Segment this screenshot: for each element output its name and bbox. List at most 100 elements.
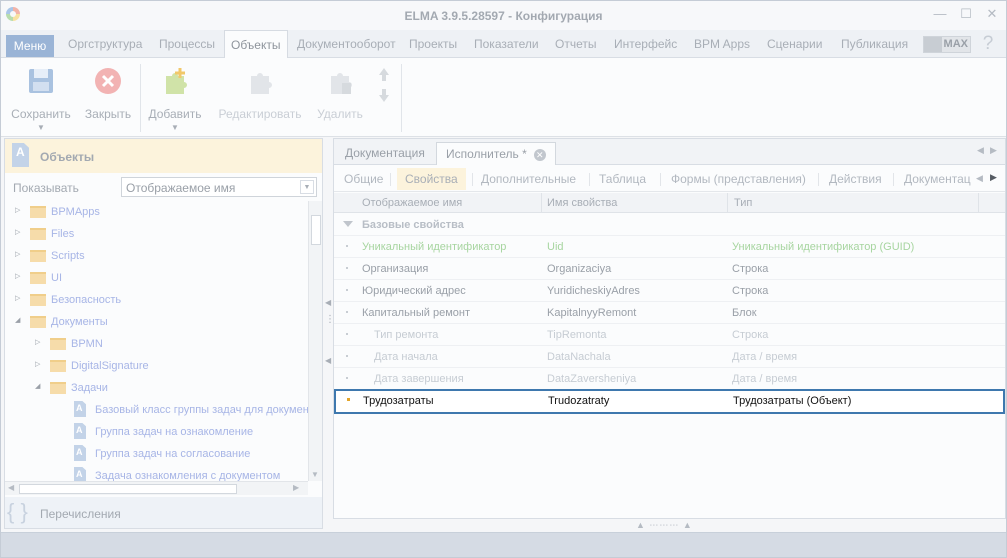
app-window: ELMA 3.9.5.28597 - Конфигурация — ☐ ✕ Ме… <box>0 0 1007 558</box>
menu-interface[interactable]: Интерфейс <box>614 37 677 51</box>
tab-table[interactable]: Таблица <box>599 172 646 186</box>
close-button[interactable]: Закрыть <box>81 66 135 121</box>
object-icon: A <box>74 423 86 439</box>
show-mode-select[interactable]: Отображаемое имя ▼ <box>121 177 317 197</box>
table-row[interactable]: Юридический адрес YuridicheskiyAdres Стр… <box>334 280 1005 302</box>
ribbon-separator <box>140 64 141 132</box>
tab-scroll-left-icon[interactable]: ◀ <box>977 145 984 156</box>
close-tab-icon[interactable]: ✕ <box>533 148 546 161</box>
menu-processes[interactable]: Процессы <box>159 37 215 51</box>
scrollbar-thumb[interactable] <box>311 215 321 245</box>
table-row[interactable]: Уникальный идентификатор Uid Уникальный … <box>334 236 1005 258</box>
add-puzzle-icon <box>166 68 187 94</box>
tab-additional[interactable]: Дополнительные <box>481 172 576 186</box>
menu-reports[interactable]: Отчеты <box>555 37 596 51</box>
objects-panel: A Объекты Показывать Отображаемое имя ▼ … <box>4 138 323 529</box>
menu-indicators[interactable]: Показатели <box>474 37 539 51</box>
row-marker <box>346 377 348 379</box>
folder-icon <box>30 316 46 328</box>
add-button[interactable]: Добавить ▼ <box>146 66 204 132</box>
tab-actions[interactable]: Действия <box>829 172 882 186</box>
add-dropdown-arrow-icon[interactable]: ▼ <box>146 123 204 132</box>
scrollbar-thumb[interactable] <box>19 484 237 494</box>
scroll-left-icon[interactable]: ◀ <box>8 483 14 492</box>
tab-scroll-right-icon[interactable]: ▶ <box>990 145 997 156</box>
tree-horizontal-scrollbar[interactable]: ◀ ▶ <box>5 481 308 495</box>
help-icon[interactable]: ? <box>979 33 997 55</box>
scroll-down-icon[interactable]: ▼ <box>311 470 319 479</box>
row-marker <box>346 355 348 357</box>
collapse-left-icon[interactable]: ◀ <box>325 298 331 307</box>
menu-button[interactable]: Меню <box>6 35 54 57</box>
enumeration-braces-icon: { } <box>7 499 28 524</box>
group-collapse-icon[interactable] <box>343 221 353 227</box>
table-row[interactable]: Дата начала DataNachala Дата / время <box>334 346 1005 368</box>
add-label: Добавить <box>148 107 202 121</box>
collapse-left-icon[interactable]: ◀ <box>325 356 331 365</box>
tab-documentation-section[interactable]: Документац <box>904 172 978 186</box>
edit-button[interactable]: Редактировать <box>215 66 305 121</box>
close-window-button[interactable]: ✕ <box>981 5 1003 23</box>
menu-scenarios[interactable]: Сценарии <box>767 37 822 51</box>
folder-icon <box>30 250 46 262</box>
expand-icon[interactable]: ▷ <box>15 294 20 302</box>
expand-icon[interactable]: ▷ <box>15 250 20 258</box>
max-toggle[interactable]: MAX <box>923 36 971 53</box>
chevron-down-icon[interactable]: ▼ <box>300 180 314 194</box>
ribbon-separator <box>401 64 402 132</box>
title-bar: ELMA 3.9.5.28597 - Конфигурация — ☐ ✕ <box>1 1 1006 30</box>
subtab-scroll-right-icon[interactable]: ▶ <box>990 172 997 183</box>
tab-executor[interactable]: Исполнитель * ✕ <box>436 142 556 165</box>
tab-documentation[interactable]: Документация <box>336 142 434 165</box>
tab-divider <box>390 173 391 186</box>
tab-divider <box>472 173 473 186</box>
table-row[interactable]: Капитальный ремонт KapitalnyyRemont Блок <box>334 302 1005 324</box>
collapse-icon[interactable]: ◢ <box>15 316 20 324</box>
delete-puzzle-icon <box>331 73 352 94</box>
column-header-property-name[interactable]: Имя свойства <box>547 197 617 209</box>
expand-icon[interactable]: ▷ <box>15 228 20 236</box>
scroll-right-icon[interactable]: ▶ <box>293 483 299 492</box>
expand-icon[interactable]: ▷ <box>35 338 40 346</box>
close-label: Закрыть <box>84 107 132 121</box>
folder-icon <box>30 294 46 306</box>
table-row-selected[interactable]: Трудозатраты Trudozatraty Трудозатраты (… <box>334 389 1005 414</box>
menu-projects[interactable]: Проекты <box>409 37 457 51</box>
table-row[interactable]: Тип ремонта TipRemonta Строка <box>334 324 1005 346</box>
collapse-icon[interactable]: ◢ <box>35 382 40 390</box>
save-button[interactable]: Сохранить ▼ <box>9 66 73 132</box>
minimize-button[interactable]: — <box>929 5 951 23</box>
tab-general[interactable]: Общие <box>344 172 383 186</box>
maximize-button[interactable]: ☐ <box>955 5 977 23</box>
editor-section-tabs: Общие Свойства Дополнительные Таблица Фо… <box>334 166 1005 192</box>
group-row-base-properties[interactable]: Базовые свойства <box>334 214 1005 236</box>
menu-document-management[interactable]: Документооборот <box>297 37 396 51</box>
bottom-splitter-grip-icon[interactable]: ▲ ⋯⋯⋯ ▲ <box>636 520 693 531</box>
menu-orgstructure[interactable]: Оргструктура <box>68 37 142 51</box>
tab-forms[interactable]: Формы (представления) <box>671 172 806 186</box>
expand-icon[interactable]: ▷ <box>15 272 20 280</box>
tab-properties[interactable]: Свойства <box>397 168 466 190</box>
menu-objects[interactable]: Объекты <box>224 30 288 59</box>
folder-icon <box>50 338 66 350</box>
expand-icon[interactable]: ▷ <box>35 360 40 368</box>
save-icon <box>29 69 53 93</box>
expand-icon[interactable]: ▷ <box>15 206 20 214</box>
folder-icon <box>30 228 46 240</box>
menu-publication[interactable]: Публикация <box>841 37 908 51</box>
ribbon-toolbar: Сохранить ▼ Закрыть Добавить ▼ Редактиро… <box>1 58 1006 137</box>
tab-divider <box>660 173 661 186</box>
tree-vertical-scrollbar[interactable]: ▼ <box>308 201 322 481</box>
enumerations-section[interactable]: { } Перечисления <box>5 497 322 528</box>
column-header-type[interactable]: Тип <box>734 197 752 209</box>
tab-divider <box>893 173 894 186</box>
menu-bpm-apps[interactable]: BPM Apps <box>694 37 750 51</box>
table-row[interactable]: Дата завершения DataZaversheniya Дата / … <box>334 368 1005 390</box>
save-dropdown-arrow-icon[interactable]: ▼ <box>9 123 73 132</box>
column-header-display-name[interactable]: Отображаемое имя <box>362 197 462 209</box>
table-row[interactable]: Организация Organizaciya Строка <box>334 258 1005 280</box>
move-up-down-icon[interactable] <box>377 66 391 104</box>
panel-splitter[interactable]: ◀ ⋮ ◀ <box>323 138 335 529</box>
subtab-scroll-left-icon[interactable]: ◀ <box>976 173 983 184</box>
delete-button[interactable]: Удалить <box>313 66 367 121</box>
